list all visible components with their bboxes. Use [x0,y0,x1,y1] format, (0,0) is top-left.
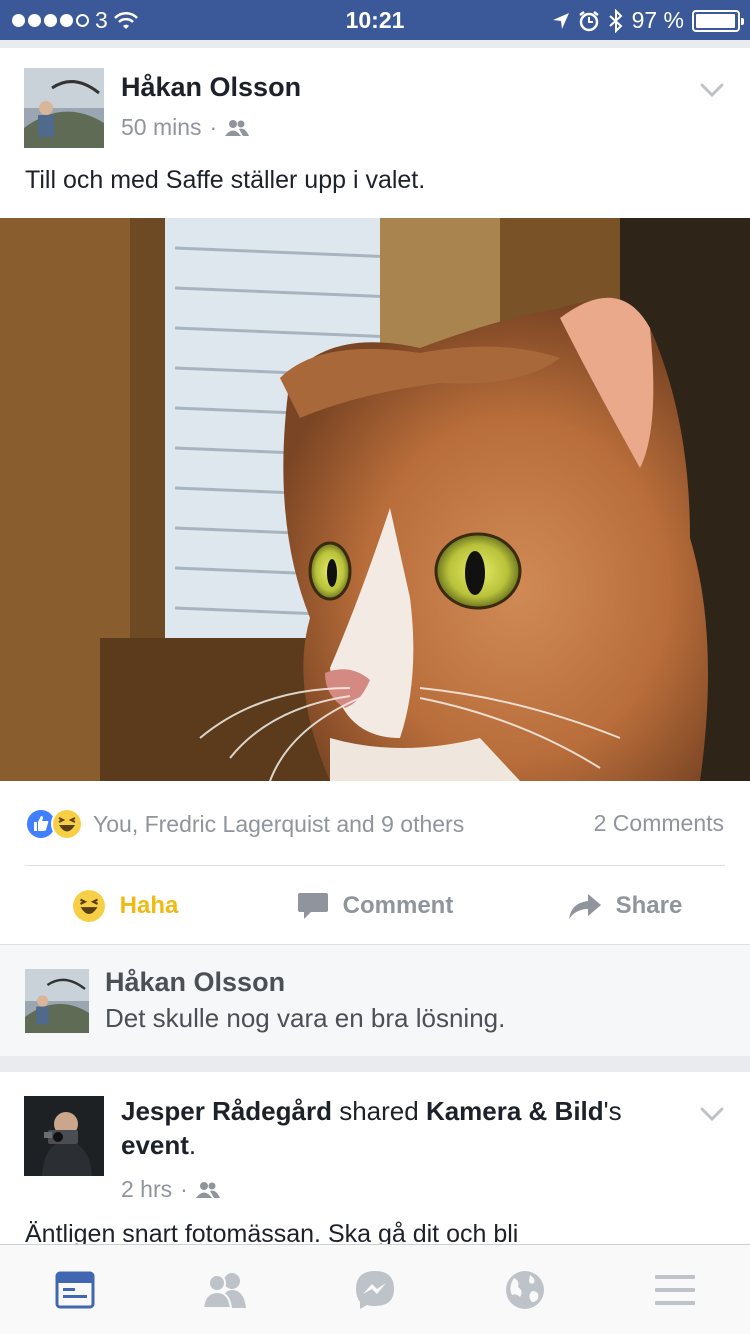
tab-notifications[interactable] [450,1245,600,1334]
comment-icon [297,893,328,919]
friends-audience-icon [225,119,250,136]
location-icon [552,12,569,29]
shared-verb: shared [331,1096,426,1126]
post-text: Till och med Saffe ställer upp i valet. [25,166,426,194]
haha-reaction-icon [51,808,83,840]
post-options-chevron-icon[interactable] [692,1094,732,1134]
status-bar: 3 10:21 97 % [0,0,750,40]
friends-icon [202,1272,246,1308]
shared-page-name[interactable]: Kamera & Bild [426,1096,604,1126]
share-button[interactable]: Share [500,868,750,944]
battery-icon [692,9,744,32]
shared-event-link[interactable]: event [121,1130,189,1160]
headline-period: . [188,1130,197,1160]
share-label: Share [615,892,683,919]
facebook-feed: 3 10:21 97 % Håkan Olsson 50 mins · Till… [0,0,750,1334]
haha-button[interactable]: Haha [0,868,250,944]
post-meta: 2 hrs · [121,1176,220,1203]
reactions-divider [25,865,725,866]
reaction-icons [25,808,83,840]
comments-count-link[interactable]: 2 Comments [594,810,724,837]
post-timestamp[interactable]: 50 mins [121,114,202,141]
meta-separator: · [180,1176,188,1202]
post-author-name[interactable]: Håkan Olsson [121,72,301,103]
author-avatar[interactable] [24,68,104,148]
share-icon [568,894,601,919]
possessive: 's [603,1096,622,1126]
status-right: 97 % [552,7,744,34]
bottom-tab-bar [0,1244,750,1334]
reactions-summary[interactable]: You, Fredric Lagerquist and 9 others [25,808,464,840]
post-author-name[interactable]: Jesper Rådegård [121,1096,332,1126]
messenger-icon [356,1270,394,1309]
tab-messenger[interactable] [300,1245,450,1334]
post-timestamp[interactable]: 2 hrs [121,1176,172,1203]
meta-separator: · [209,114,218,140]
post-meta: 50 mins · [121,114,250,141]
haha-label: Haha [119,892,179,919]
haha-icon [72,890,105,922]
bluetooth-icon [608,8,623,33]
post-photo[interactable] [0,218,750,781]
reactions-text: You, Fredric Lagerquist and 9 others [93,810,465,837]
commenter-avatar[interactable] [25,969,89,1033]
notifications-globe-icon [506,1270,544,1309]
post-headline: Jesper Rådegård shared Kamera & Bild's e… [121,1094,691,1162]
comment-text: Det skulle nog vara en bra lösning. [105,1003,506,1033]
alarm-icon [578,10,599,31]
feed-post: Håkan Olsson 50 mins · Till och med Saff… [0,48,750,1056]
comment-preview: Håkan Olsson Det skulle nog vara en bra … [0,944,750,1056]
post-options-chevron-icon[interactable] [692,70,732,110]
comment-label: Comment [342,892,454,919]
comment-button[interactable]: Comment [250,868,500,944]
menu-icon [655,1274,695,1305]
post-actions: Haha Comment Share [0,868,750,944]
author-avatar[interactable] [24,1096,104,1176]
tab-news-feed[interactable] [0,1245,150,1334]
friends-audience-icon [195,1181,220,1198]
commenter-name[interactable]: Håkan Olsson [105,967,285,998]
battery-percent: 97 % [631,7,684,33]
news-feed-icon [55,1271,95,1308]
tab-menu[interactable] [600,1245,750,1334]
feed-post: Jesper Rådegård shared Kamera & Bild's e… [0,1072,750,1272]
tab-friends[interactable] [150,1245,300,1334]
